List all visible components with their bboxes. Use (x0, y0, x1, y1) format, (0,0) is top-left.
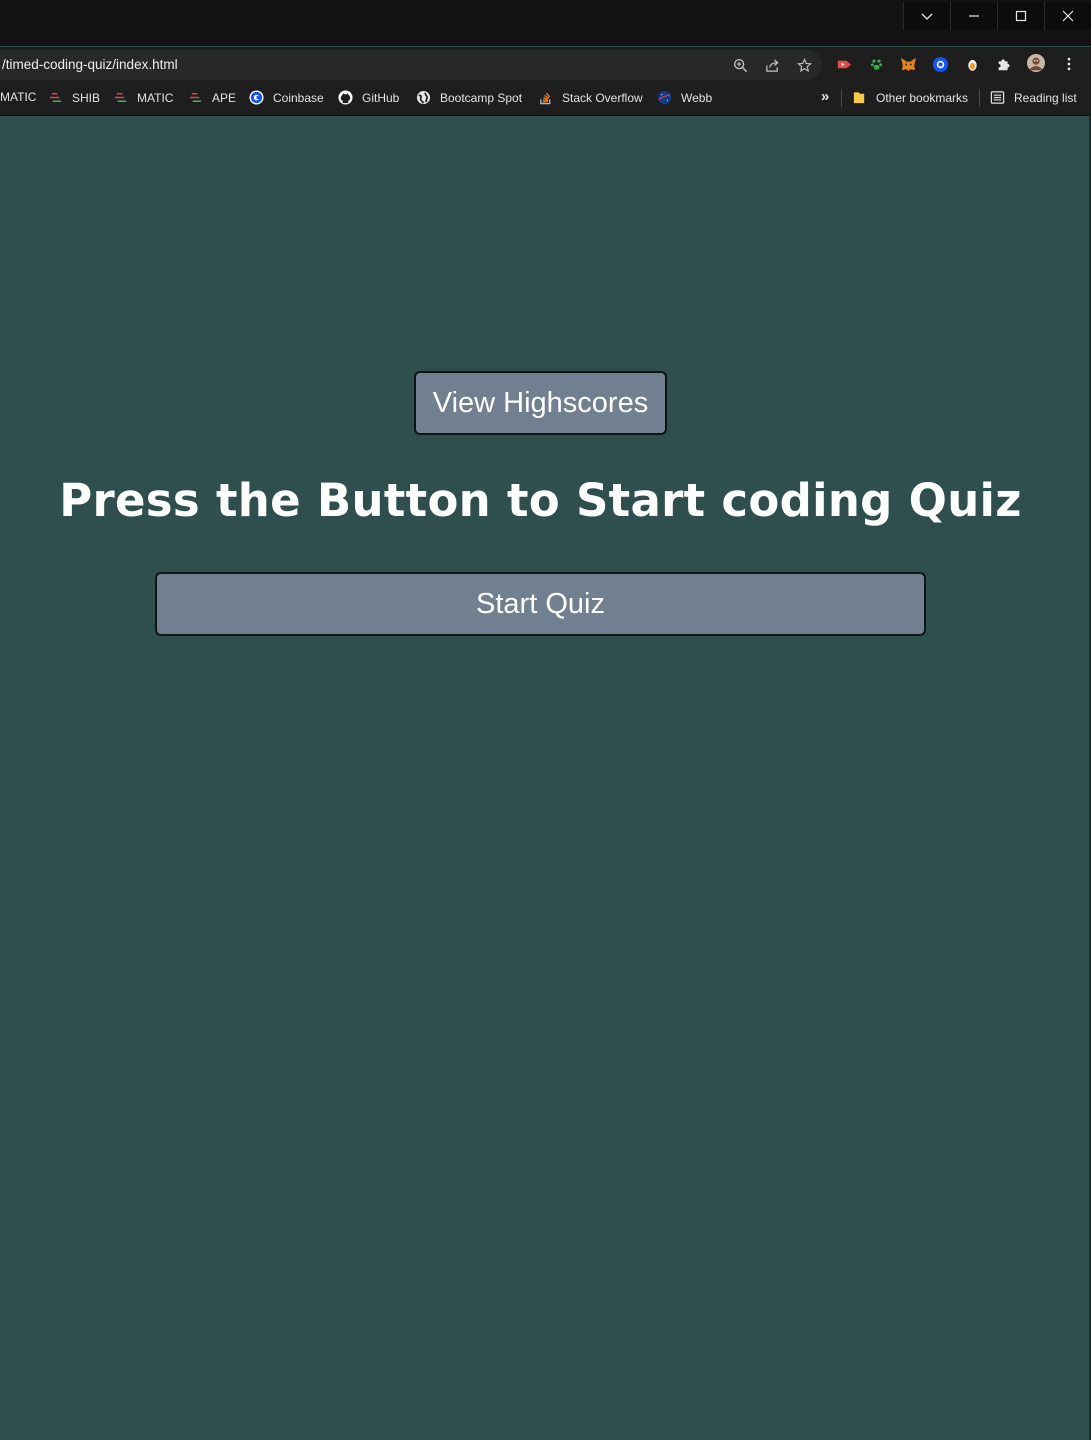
recorder-extension-icon[interactable] (835, 55, 853, 73)
chart-icon (48, 90, 63, 105)
metamask-icon[interactable] (899, 55, 917, 73)
tab-search-button[interactable] (903, 2, 950, 30)
avatar[interactable] (1027, 54, 1045, 72)
bookmark-label: APE (212, 90, 237, 105)
puzzle-icon[interactable] (995, 55, 1013, 73)
bookmark-matic-2[interactable]: MATIC (113, 90, 173, 105)
egg-extension-icon[interactable] (963, 55, 981, 73)
coinbase-wallet-icon[interactable] (931, 55, 949, 73)
bookmark-coinbase[interactable]: Coinbase (249, 90, 324, 105)
window-controls (903, 2, 1091, 30)
bookmark-stack-overflow[interactable]: Stack Overflow (538, 90, 643, 105)
bookmark-label: Coinbase (273, 90, 324, 105)
start-quiz-button[interactable]: Start Quiz (155, 572, 926, 636)
paw-extension-icon[interactable] (867, 55, 885, 73)
bookmark-label: GitHub (362, 90, 400, 105)
globe-icon (416, 90, 431, 105)
other-bookmarks-label: Other bookmarks (876, 90, 969, 105)
bookmark-label: SHIB (72, 90, 101, 105)
reading-list[interactable]: Reading list (990, 90, 1077, 105)
bookmarks-divider (841, 89, 842, 107)
bookmark-label: Bootcamp Spot (440, 90, 523, 105)
more-bookmarks-label: » (821, 88, 830, 105)
minimize-button[interactable] (950, 2, 997, 30)
more-menu-icon[interactable] (1060, 55, 1078, 73)
bookmark-label: MATIC (0, 90, 37, 104)
minimize-icon (969, 15, 979, 17)
browser-title-bar (0, 0, 1091, 46)
chevron-down-icon (921, 13, 933, 20)
more-bookmarks-button[interactable]: » (821, 88, 829, 105)
maximize-icon (1015, 10, 1027, 22)
maximize-button[interactable] (997, 2, 1044, 30)
bookmarks-divider (979, 89, 980, 107)
close-button[interactable] (1044, 2, 1091, 30)
view-highscores-button[interactable]: View Highscores (414, 371, 667, 435)
bookmark-ape[interactable]: APE (188, 90, 236, 105)
bookmark-github[interactable]: GitHub (338, 90, 399, 105)
chart-icon (188, 90, 203, 105)
reading-list-label: Reading list (1014, 90, 1077, 105)
close-icon (1062, 10, 1074, 22)
folder-icon (852, 90, 867, 105)
bookmarks-bar: MATIC SHIB MATIC APE Coinbase GitHub Boo… (0, 81, 1091, 116)
address-bar[interactable]: /timed-coding-quiz/index.html (0, 50, 822, 80)
chart-icon (113, 90, 128, 105)
url-text[interactable]: /timed-coding-quiz/index.html (2, 57, 178, 72)
nasa-icon (657, 90, 672, 105)
address-bar-row: /timed-coding-quiz/index.html (0, 47, 1091, 81)
coinbase-icon (249, 90, 264, 105)
bookmark-label: Stack Overflow (562, 90, 643, 105)
bookmark-label: MATIC (137, 90, 174, 105)
bookmark-bootcamp-spot[interactable]: Bootcamp Spot (416, 90, 522, 105)
bookmark-matic[interactable]: MATIC (0, 90, 36, 104)
bookmark-webb[interactable]: Webb (657, 90, 712, 105)
github-icon (338, 90, 353, 105)
stackoverflow-icon (538, 90, 553, 105)
bookmark-shib[interactable]: SHIB (48, 90, 100, 105)
bookmark-label: Webb (681, 90, 713, 105)
other-bookmarks[interactable]: Other bookmarks (852, 90, 968, 105)
quiz-headline: Press the Button to Start coding Quiz (59, 474, 1022, 527)
star-icon[interactable] (795, 56, 813, 74)
share-icon[interactable] (763, 56, 781, 74)
zoom-icon[interactable] (731, 56, 749, 74)
reading-list-icon (990, 90, 1005, 105)
